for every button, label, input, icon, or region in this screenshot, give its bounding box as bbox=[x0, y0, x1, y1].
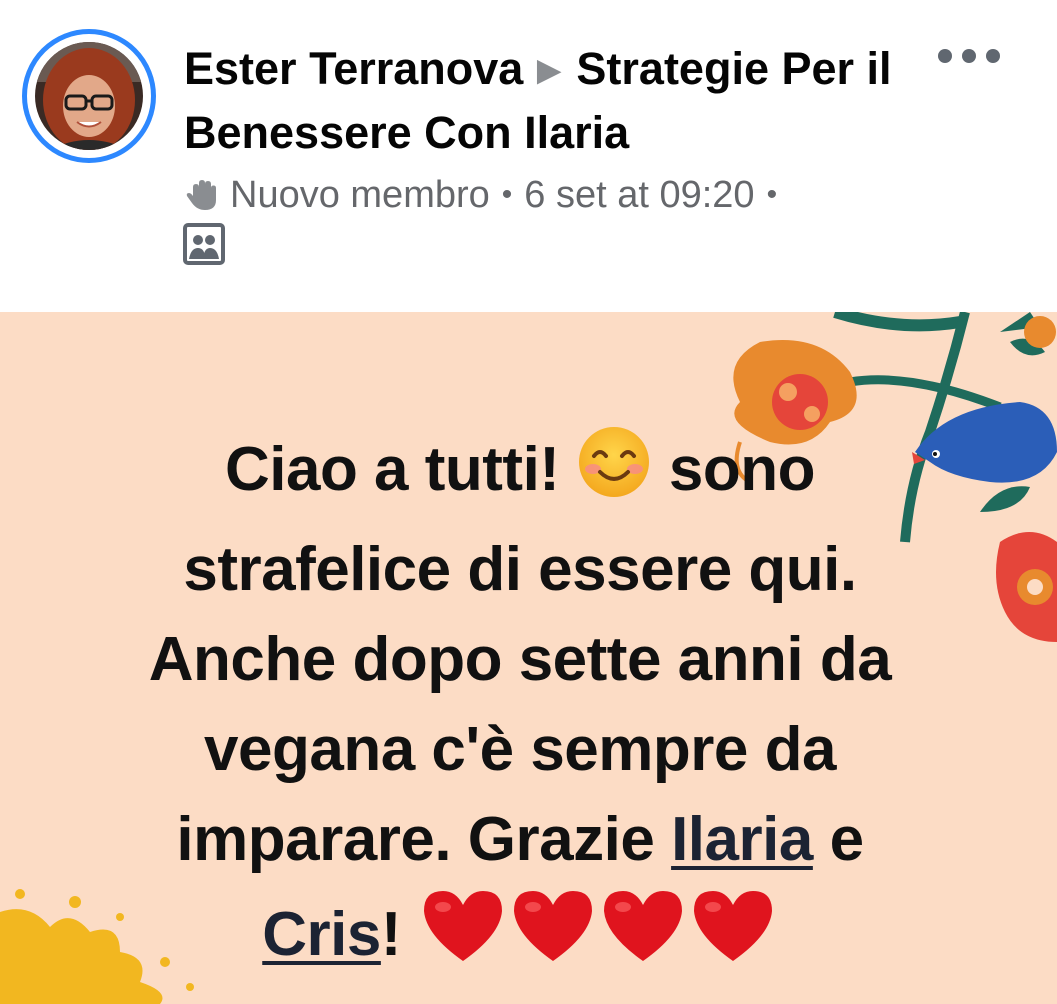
post-message: Ciao a tutti! sono strafelice di essere … bbox=[60, 424, 980, 990]
red-heart-icon bbox=[598, 885, 688, 990]
red-heart-icon bbox=[508, 885, 598, 990]
red-heart-icon bbox=[688, 885, 778, 990]
post-body: Ciao a tutti! sono strafelice di essere … bbox=[0, 312, 1057, 1004]
arrow-right-icon: ▶ bbox=[537, 54, 561, 87]
text-line: imparare. Grazie bbox=[176, 805, 655, 874]
waving-hand-icon bbox=[184, 176, 222, 214]
text-line: sono bbox=[668, 435, 816, 504]
text-line: ! bbox=[380, 900, 402, 969]
avatar-photo bbox=[35, 42, 143, 150]
badge-label[interactable]: Nuovo membro bbox=[230, 174, 490, 217]
text-line: vegana c'è sempre da bbox=[204, 715, 836, 784]
post-title: Ester Terranova ▶ Strategie Per il Benesse… bbox=[184, 38, 904, 164]
text-line: Ciao a tutti! bbox=[224, 435, 560, 504]
mention-link[interactable]: Cris bbox=[262, 900, 381, 969]
more-options-icon[interactable] bbox=[938, 36, 1000, 76]
post-meta: Nuovo membro • 6 set at 09:20 • bbox=[184, 168, 789, 222]
smiling-face-icon bbox=[576, 424, 652, 525]
text-line: e bbox=[829, 805, 864, 874]
separator-dot: • bbox=[501, 178, 513, 211]
author-name[interactable]: Ester Terranova bbox=[184, 43, 523, 94]
text-line: Anche dopo sette anni da bbox=[148, 625, 892, 694]
post-timestamp[interactable]: 6 set at 09:20 bbox=[524, 174, 754, 217]
red-heart-icon bbox=[418, 885, 508, 990]
group-members-icon bbox=[183, 223, 225, 270]
author-avatar[interactable] bbox=[22, 29, 156, 163]
mention-link[interactable]: Ilaria bbox=[671, 805, 813, 874]
post-header: Ester Terranova ▶ Strategie Per il Benesse… bbox=[0, 0, 1057, 312]
separator-dot: • bbox=[766, 178, 778, 211]
text-line: strafelice di essere qui. bbox=[183, 535, 857, 604]
